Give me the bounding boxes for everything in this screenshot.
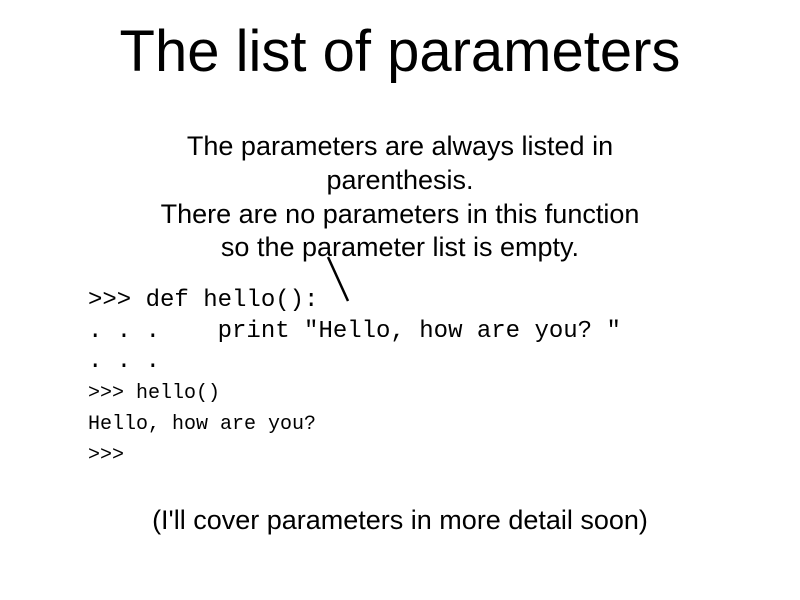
code-block: >>> def hello(): . . . print "Hello, how… bbox=[88, 286, 708, 470]
code-line-4: >>> hello() bbox=[88, 382, 220, 405]
code-line-2-rest: print "Hello, how are you? " bbox=[160, 318, 621, 345]
code-line-6: >>> bbox=[88, 444, 124, 467]
slide-title: The list of parameters bbox=[0, 18, 800, 85]
code-line-1: >>> def hello(): bbox=[88, 287, 318, 314]
subtitle-line-4: so the parameter list is empty. bbox=[221, 232, 579, 262]
subtitle-line-3: There are no parameters in this function bbox=[161, 199, 640, 229]
code-line-3: . . . bbox=[88, 348, 160, 375]
code-line-5: Hello, how are you? bbox=[88, 413, 316, 436]
subtitle-line-1: The parameters are always listed in bbox=[187, 131, 613, 161]
subtitle-line-2: parenthesis. bbox=[326, 165, 473, 195]
slide: The list of parameters The parameters ar… bbox=[0, 0, 800, 600]
code-line-2-prefix: . . . bbox=[88, 318, 160, 345]
slide-subtitle: The parameters are always listed in pare… bbox=[0, 130, 800, 265]
footer-note: (I'll cover parameters in more detail so… bbox=[0, 505, 800, 536]
